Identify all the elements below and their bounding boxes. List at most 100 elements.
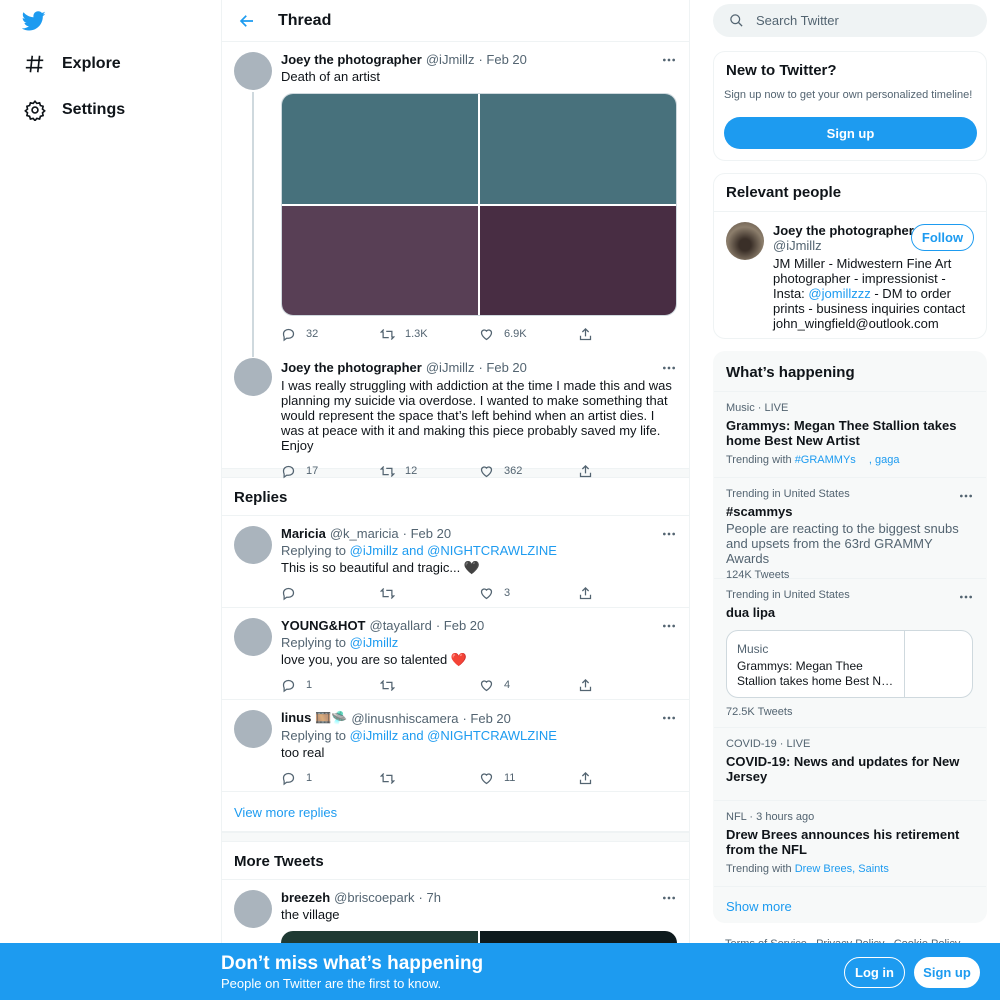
show-more-row: Show more bbox=[714, 886, 986, 922]
reply-button[interactable]: 1 bbox=[281, 771, 380, 786]
like-button[interactable]: 3 bbox=[479, 586, 578, 601]
author-name[interactable]: Joey the photographer bbox=[773, 223, 914, 238]
author-handle[interactable]: @iJmillz bbox=[426, 360, 475, 375]
trend-item[interactable]: NFL · 3 hours ago Drew Brees announces h… bbox=[714, 800, 986, 886]
trend-item[interactable]: Music · LIVE Grammys: Megan Thee Stallio… bbox=[714, 391, 986, 477]
more-options-icon[interactable] bbox=[661, 526, 677, 542]
author-name[interactable]: Joey the photographer bbox=[281, 360, 422, 375]
trend-news-card[interactable]: Music Grammys: Megan Thee Stallion takes… bbox=[726, 630, 973, 698]
reply-tweet[interactable]: linus 🎞️🛸 @linusnhiscamera · Feb 20 Repl… bbox=[222, 700, 689, 792]
author-name[interactable]: Joey the photographer bbox=[281, 52, 422, 67]
follow-button[interactable]: Follow bbox=[911, 224, 974, 251]
author-name[interactable]: linus 🎞️🛸 bbox=[281, 710, 347, 726]
nav-item-settings[interactable]: Settings bbox=[24, 99, 125, 121]
tweet-media-grid[interactable] bbox=[281, 93, 677, 316]
retweet-button[interactable] bbox=[380, 586, 479, 601]
more-options-icon[interactable] bbox=[958, 589, 974, 605]
reply-button[interactable]: 1 bbox=[281, 678, 380, 693]
share-button[interactable] bbox=[578, 464, 677, 479]
media-image[interactable] bbox=[282, 205, 478, 315]
trending-with-link[interactable]: #GRAMMYs bbox=[795, 454, 856, 466]
reply-button[interactable]: 17 bbox=[281, 464, 380, 479]
arrow-left-icon[interactable] bbox=[238, 12, 256, 30]
tweet-date[interactable]: · Feb 20 bbox=[478, 52, 526, 67]
share-button[interactable] bbox=[578, 678, 677, 693]
tweet-text: I was really struggling with addiction a… bbox=[281, 378, 672, 453]
avatar[interactable] bbox=[234, 526, 272, 564]
tweet-header: Joey the photographer @iJmillz · Feb 20 bbox=[281, 52, 677, 67]
trend-title: Grammys: Megan Thee Stallion takes home … bbox=[726, 418, 957, 448]
trending-with-link[interactable]: , gaga bbox=[869, 454, 900, 466]
more-options-icon[interactable] bbox=[661, 710, 677, 726]
avatar[interactable] bbox=[234, 52, 272, 90]
more-options-icon[interactable] bbox=[661, 52, 677, 68]
author-handle[interactable]: @iJmillz bbox=[426, 52, 475, 67]
reply-icon bbox=[282, 328, 295, 341]
thread-tweet[interactable]: Joey the photographer @iJmillz · Feb 20 … bbox=[222, 350, 689, 478]
trend-item[interactable]: Trending in United States dua lipa Music… bbox=[714, 578, 986, 727]
more-options-icon[interactable] bbox=[958, 488, 974, 504]
twitter-bird-icon[interactable] bbox=[22, 9, 46, 33]
trend-item[interactable]: COVID-19 · LIVE COVID-19: News and updat… bbox=[714, 727, 986, 800]
tweet-date[interactable]: · Feb 20 bbox=[462, 711, 510, 726]
reply-tweet[interactable]: Maricia @k_maricia · Feb 20 Replying to … bbox=[222, 516, 689, 608]
media-image[interactable] bbox=[480, 94, 676, 204]
retweet-button[interactable]: 12 bbox=[380, 464, 479, 479]
nav-item-explore[interactable]: Explore bbox=[24, 53, 121, 75]
avatar[interactable] bbox=[726, 222, 764, 260]
author-handle[interactable]: @iJmillz bbox=[773, 238, 822, 253]
show-more-link[interactable]: Show more bbox=[726, 899, 792, 914]
share-button[interactable] bbox=[578, 771, 677, 786]
more-options-icon[interactable] bbox=[661, 360, 677, 376]
heart-icon bbox=[480, 465, 493, 477]
author-name[interactable]: breezeh bbox=[281, 890, 330, 905]
author-handle[interactable]: @briscoepark bbox=[334, 890, 414, 905]
like-button[interactable]: 6.9K bbox=[479, 327, 578, 342]
avatar[interactable] bbox=[234, 890, 272, 928]
like-button[interactable]: 362 bbox=[479, 464, 578, 479]
author-name[interactable]: YOUNG&HOT bbox=[281, 618, 366, 633]
view-more-replies-link[interactable]: View more replies bbox=[234, 805, 337, 820]
author-handle[interactable]: @tayallard bbox=[370, 618, 432, 633]
tweet-date[interactable]: · Feb 20 bbox=[403, 526, 451, 541]
media-image[interactable] bbox=[282, 94, 478, 204]
avatar[interactable] bbox=[234, 618, 272, 656]
retweet-button[interactable] bbox=[380, 678, 479, 693]
avatar[interactable] bbox=[234, 358, 272, 396]
trend-title: Drew Brees announces his retirement from… bbox=[726, 827, 960, 857]
share-button[interactable] bbox=[578, 327, 677, 342]
share-icon bbox=[579, 678, 592, 691]
search-box[interactable] bbox=[713, 4, 987, 37]
tweet-date[interactable]: · Feb 20 bbox=[478, 360, 526, 375]
signup-banner: Don’t miss what’s happening People on Tw… bbox=[0, 943, 1000, 1000]
trending-with-link[interactable]: Drew Brees, Saints bbox=[795, 863, 889, 875]
reply-button[interactable] bbox=[281, 586, 380, 601]
like-button[interactable]: 11 bbox=[479, 771, 578, 786]
log-in-button[interactable]: Log in bbox=[844, 957, 905, 988]
reply-tweet[interactable]: YOUNG&HOT @tayallard · Feb 20 Replying t… bbox=[222, 608, 689, 700]
replying-to-link[interactable]: @iJmillz and @NIGHTCRAWLZINE bbox=[350, 728, 557, 743]
bio-link[interactable]: @jomillzzz bbox=[808, 286, 870, 301]
share-icon bbox=[579, 771, 592, 784]
retweet-button[interactable] bbox=[380, 771, 479, 786]
author-name[interactable]: Maricia bbox=[281, 526, 326, 541]
share-button[interactable] bbox=[578, 586, 677, 601]
author-handle[interactable]: @linusnhiscamera bbox=[351, 711, 458, 726]
sign-up-button[interactable]: Sign up bbox=[914, 957, 980, 988]
tweet-date[interactable]: · 7h bbox=[419, 890, 441, 905]
retweet-button[interactable]: 1.3K bbox=[380, 327, 479, 342]
avatar[interactable] bbox=[234, 710, 272, 748]
replying-to-link[interactable]: @iJmillz and @NIGHTCRAWLZINE bbox=[350, 543, 557, 558]
reply-button[interactable]: 32 bbox=[281, 327, 380, 342]
replying-to-link[interactable]: @iJmillz bbox=[350, 635, 399, 650]
media-image[interactable] bbox=[480, 205, 676, 315]
like-button[interactable]: 4 bbox=[479, 678, 578, 693]
sign-up-button[interactable]: Sign up bbox=[724, 117, 977, 149]
thread-tweet[interactable]: Joey the photographer @iJmillz · Feb 20 … bbox=[222, 42, 689, 357]
tweet-date[interactable]: · Feb 20 bbox=[436, 618, 484, 633]
author-handle[interactable]: @k_maricia bbox=[330, 526, 399, 541]
search-input[interactable] bbox=[756, 13, 956, 28]
more-options-icon[interactable] bbox=[661, 618, 677, 634]
trend-item[interactable]: Trending in United States #scammys Peopl… bbox=[714, 477, 986, 581]
more-options-icon[interactable] bbox=[661, 890, 677, 906]
